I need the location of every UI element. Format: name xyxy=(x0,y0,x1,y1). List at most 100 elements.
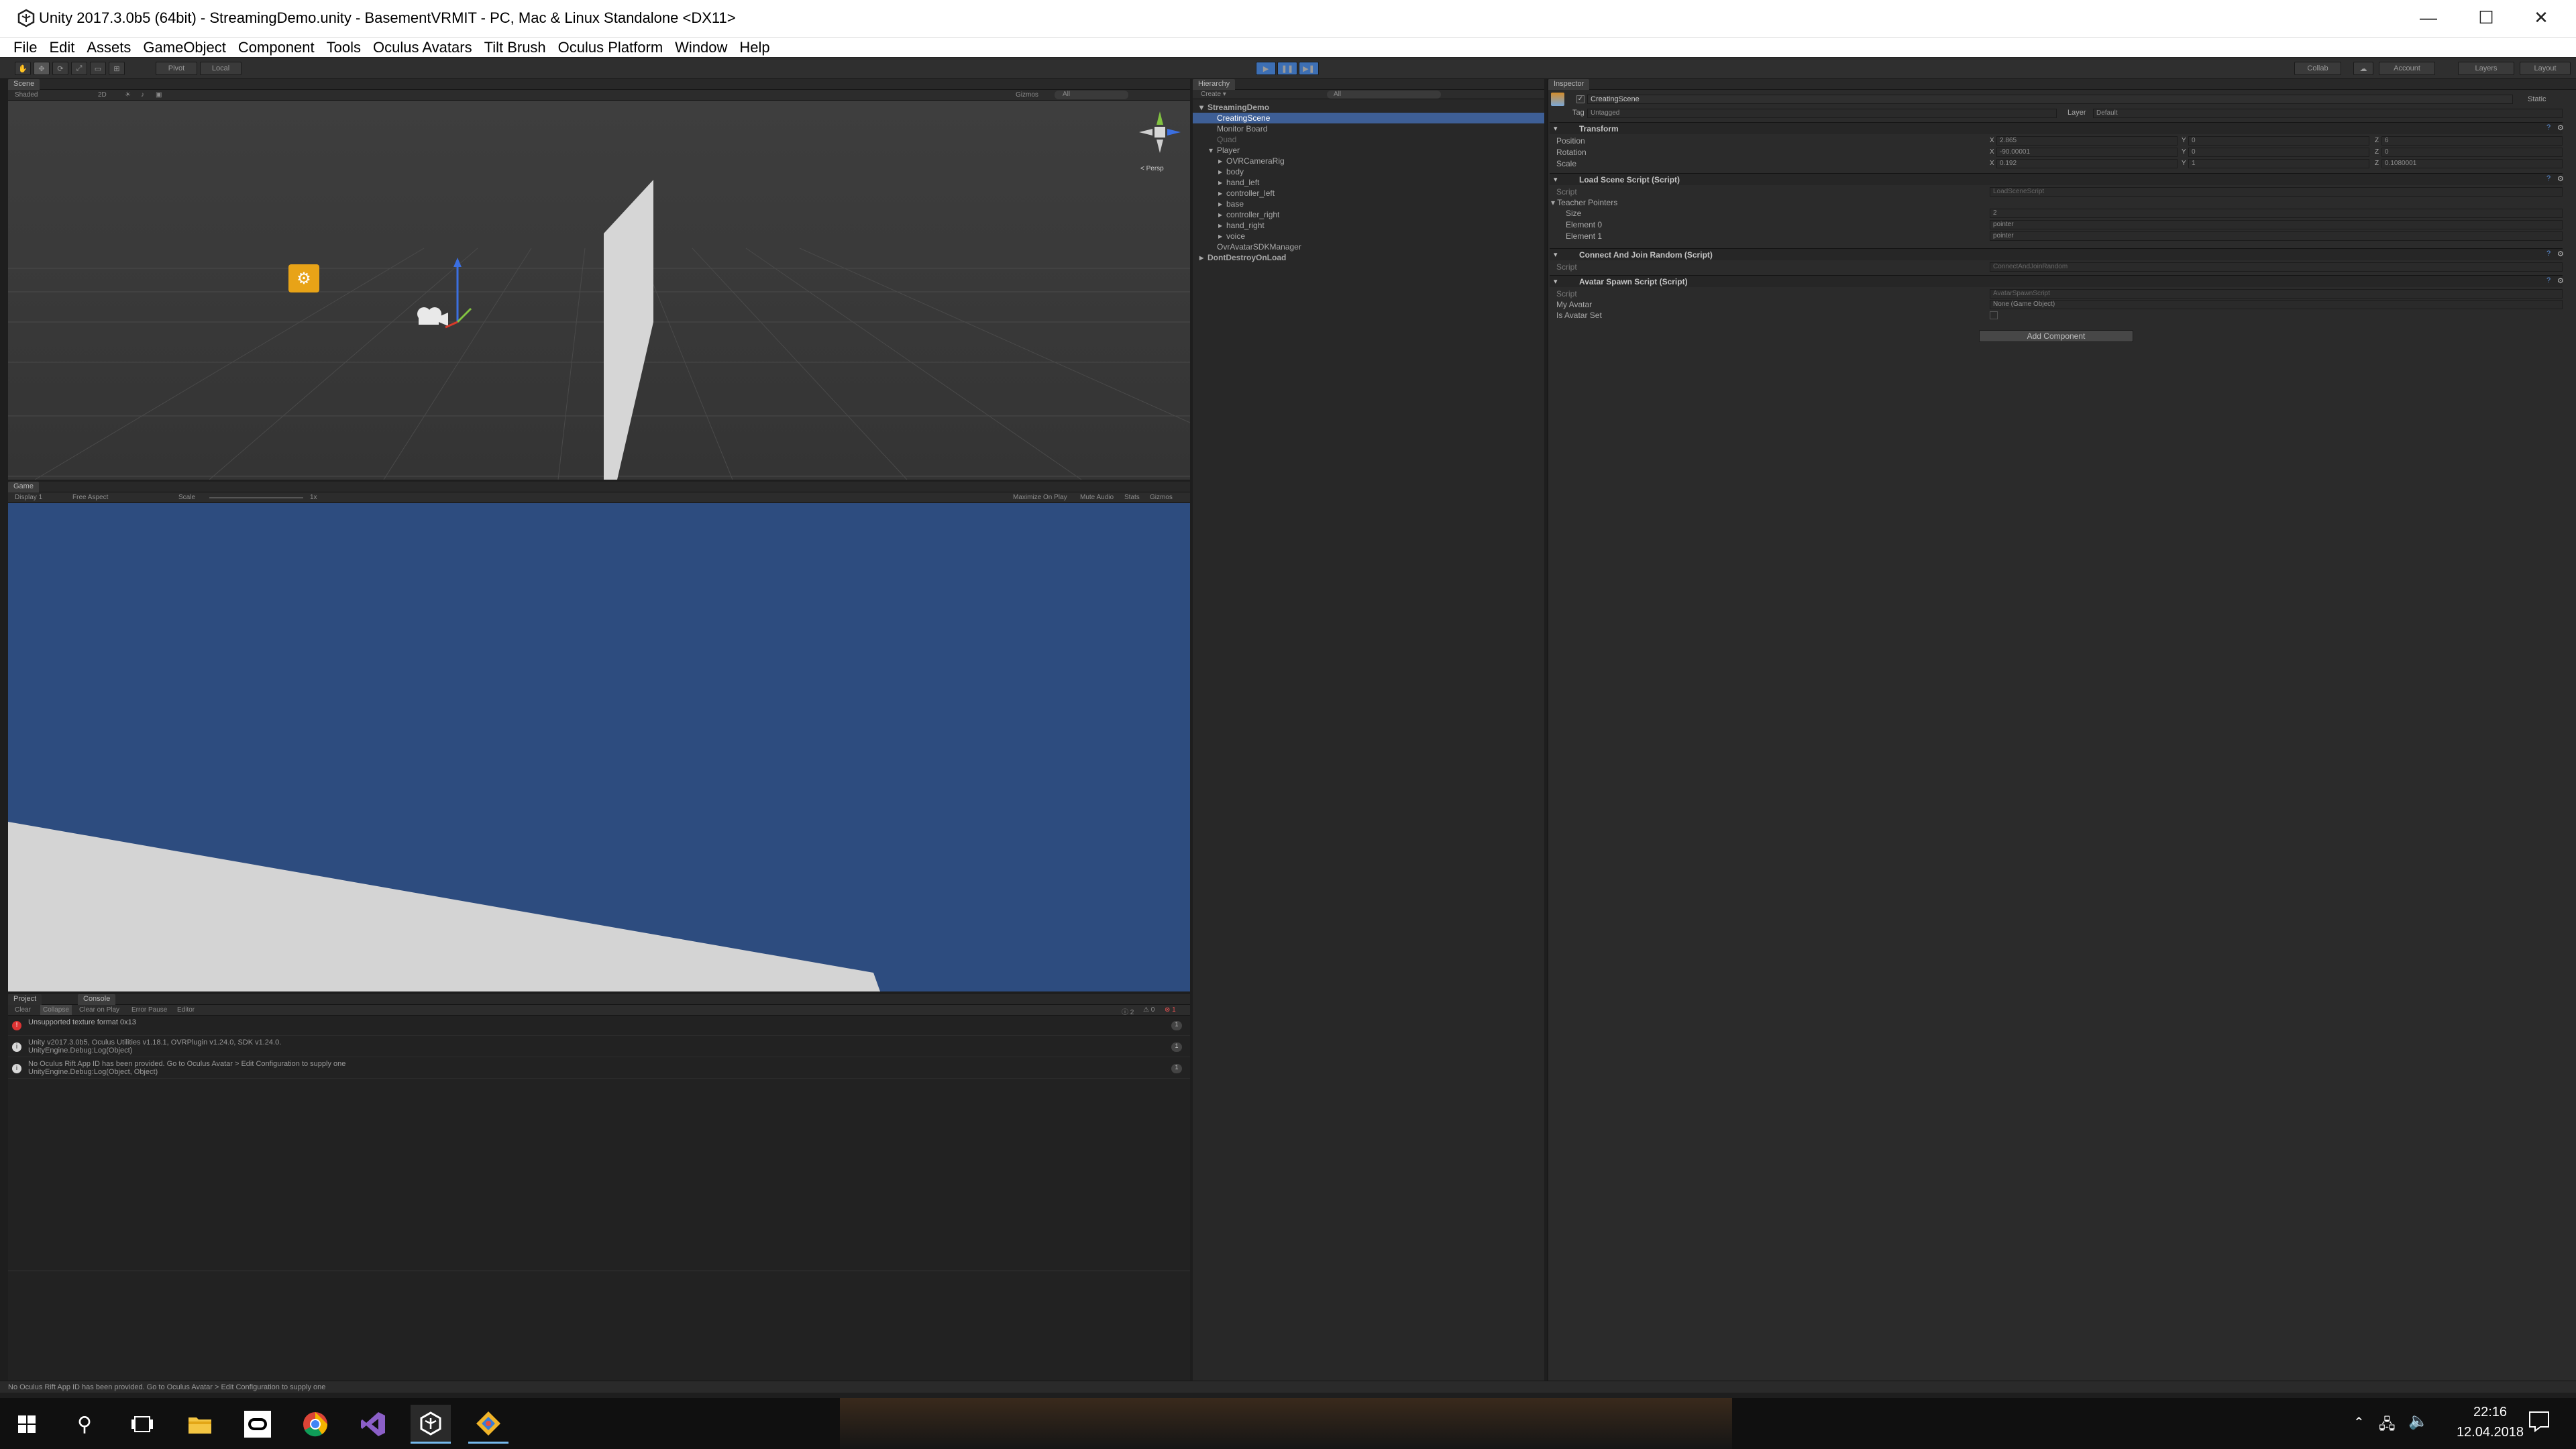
active-checkbox[interactable]: ✓ xyxy=(1576,95,1585,103)
rotation-x-input[interactable]: -90.00001 xyxy=(1996,148,2178,157)
rotation-y-input[interactable]: 0 xyxy=(2188,148,2369,157)
effects-toggle-icon[interactable]: ▣ xyxy=(156,91,162,99)
console-entry[interactable]: ! Unsupported texture format 0x13 1 xyxy=(8,1016,1190,1036)
oculus-app-icon[interactable] xyxy=(237,1405,278,1444)
file-explorer-icon[interactable] xyxy=(180,1405,220,1444)
pause-button[interactable]: ❚❚ xyxy=(1277,62,1297,75)
help-icon[interactable]: ? xyxy=(2546,250,2551,258)
transform-tool-icon[interactable]: ⊞ xyxy=(109,62,125,75)
menu-oculus-platform[interactable]: Oculus Platform xyxy=(558,39,663,56)
tab-console[interactable]: Console xyxy=(78,994,116,1005)
pivot-toggle[interactable]: Pivot xyxy=(156,62,197,75)
position-y-input[interactable]: 0 xyxy=(2188,136,2369,146)
expand-arrow-icon[interactable]: ▸ xyxy=(1218,231,1226,241)
avatar-spawn-expand-icon[interactable]: ▾ xyxy=(1554,277,1558,286)
expand-arrow-icon[interactable]: ▸ xyxy=(1199,252,1208,263)
maximize-button[interactable]: ☐ xyxy=(2459,0,2513,35)
move-tool-icon[interactable]: ✥ xyxy=(34,62,50,75)
scene-view[interactable]: ⚙ < Persp xyxy=(8,101,1190,480)
hand-tool-icon[interactable]: ✋ xyxy=(15,62,31,75)
status-message[interactable]: No Oculus Rift App ID has been provided.… xyxy=(8,1383,325,1391)
add-component-button[interactable]: Add Component xyxy=(1979,330,2133,342)
clock-time[interactable]: 22:16 xyxy=(2450,1405,2530,1420)
expand-arrow-icon[interactable]: ▸ xyxy=(1218,209,1226,220)
warning-count-icon[interactable]: ⚠ 0 xyxy=(1143,1006,1155,1014)
layers-dropdown[interactable]: Layers xyxy=(2458,62,2514,75)
component-settings-icon[interactable]: ⚙ xyxy=(2557,174,2564,183)
position-x-input[interactable]: 2.865 xyxy=(1996,136,2178,146)
scene-search-input[interactable]: All xyxy=(1055,91,1128,99)
scale-x-input[interactable]: 0.192 xyxy=(1996,159,2178,168)
console-entry[interactable]: i Unity v2017.3.0b5, Oculus Utilities v1… xyxy=(8,1037,1190,1057)
hierarchy-item[interactable]: ▸ OVRCameraRig xyxy=(1193,156,1544,166)
menu-component[interactable]: Component xyxy=(238,39,315,56)
error-pause-toggle[interactable]: Error Pause xyxy=(131,1006,167,1014)
2d-toggle[interactable]: 2D xyxy=(98,91,107,99)
menu-window[interactable]: Window xyxy=(675,39,727,56)
game-view[interactable] xyxy=(8,503,1190,991)
network-icon[interactable]: 🖧 xyxy=(2379,1413,2396,1438)
load-scene-expand-icon[interactable]: ▾ xyxy=(1554,175,1558,184)
expand-arrow-icon[interactable]: ▸ xyxy=(1218,188,1226,199)
canvas-gizmo-icon[interactable]: ⚙ xyxy=(288,264,319,292)
hierarchy-item[interactable]: ▸ controller_left xyxy=(1193,188,1544,199)
hierarchy-item[interactable]: ▸ hand_left xyxy=(1193,177,1544,188)
help-icon[interactable]: ? xyxy=(2546,276,2551,284)
hierarchy-item[interactable]: Quad xyxy=(1193,134,1544,145)
local-toggle[interactable]: Local xyxy=(200,62,241,75)
tab-hierarchy[interactable]: Hierarchy xyxy=(1193,79,1236,90)
object-name-input[interactable]: CreatingScene xyxy=(1587,95,2513,104)
is-avatar-set-checkbox[interactable] xyxy=(1990,311,1998,319)
menu-tilt-brush[interactable]: Tilt Brush xyxy=(484,39,546,56)
scene-gizmos-dropdown[interactable]: Gizmos xyxy=(1016,91,1038,99)
chrome-icon[interactable] xyxy=(295,1405,335,1444)
search-icon[interactable]: ⚲ xyxy=(64,1405,105,1444)
layer-dropdown[interactable]: Default xyxy=(2093,109,2563,118)
account-dropdown[interactable]: Account xyxy=(2379,62,2435,75)
expand-arrow-icon[interactable]: ▸ xyxy=(1218,156,1226,166)
component-settings-icon[interactable]: ⚙ xyxy=(2557,123,2564,132)
menu-oculus-avatars[interactable]: Oculus Avatars xyxy=(373,39,472,56)
monitor-board-quad[interactable] xyxy=(604,180,653,480)
expand-arrow-icon[interactable]: ▸ xyxy=(1218,166,1226,177)
transform-expand-icon[interactable]: ▾ xyxy=(1554,124,1558,133)
unity-taskbar-icon[interactable] xyxy=(411,1405,451,1444)
hierarchy-item[interactable]: CreatingScene xyxy=(1193,113,1544,123)
avatar-spawn-script-header[interactable]: Avatar Spawn Script (Script) xyxy=(1550,275,2563,287)
connect-join-random-header[interactable]: Connect And Join Random (Script) xyxy=(1550,248,2563,260)
rotation-z-input[interactable]: 0 xyxy=(2381,148,2563,157)
menu-file[interactable]: File xyxy=(13,39,37,56)
collab-dropdown[interactable]: Collab xyxy=(2294,62,2341,75)
close-button[interactable]: ✕ xyxy=(2514,0,2568,35)
cloud-icon[interactable]: ☁ xyxy=(2353,62,2373,75)
info-count-icon[interactable]: ⓘ 2 xyxy=(1122,1006,1134,1016)
action-center-icon[interactable] xyxy=(2528,1410,2555,1437)
hierarchy-item[interactable]: ▸ body xyxy=(1193,166,1544,177)
persp-label[interactable]: < Persp xyxy=(1140,165,1164,172)
step-button[interactable]: ▶❚ xyxy=(1299,62,1319,75)
tag-dropdown[interactable]: Untagged xyxy=(1587,109,2057,118)
clear-button[interactable]: Clear xyxy=(15,1006,31,1014)
visual-studio-icon[interactable] xyxy=(353,1405,393,1444)
rect-tool-icon[interactable]: ▭ xyxy=(90,62,106,75)
hierarchy-item[interactable]: ▸ DontDestroyOnLoad xyxy=(1193,252,1544,263)
hierarchy-search-input[interactable]: All xyxy=(1327,91,1441,99)
hierarchy-item[interactable]: ▸ hand_right xyxy=(1193,220,1544,231)
hierarchy-item[interactable]: Monitor Board xyxy=(1193,123,1544,134)
element-1-field[interactable]: pointer xyxy=(1990,231,2563,241)
audio-toggle-icon[interactable]: ♪ xyxy=(141,91,144,99)
scale-z-input[interactable]: 0.1080001 xyxy=(2381,159,2563,168)
component-settings-icon[interactable]: ⚙ xyxy=(2557,250,2564,258)
tab-game[interactable]: Game xyxy=(8,482,39,492)
mute-audio-toggle[interactable]: Mute Audio xyxy=(1080,494,1114,501)
game-gizmos-dropdown[interactable]: Gizmos xyxy=(1150,494,1173,501)
expand-arrow-icon[interactable]: ▾ xyxy=(1199,102,1208,113)
display-dropdown[interactable]: Display 1 xyxy=(15,494,42,501)
stats-toggle[interactable]: Stats xyxy=(1124,494,1140,501)
orientation-gizmo-icon[interactable] xyxy=(1136,109,1183,156)
scale-slider[interactable] xyxy=(209,497,303,498)
size-input[interactable]: 2 xyxy=(1990,209,2563,218)
expand-arrow-icon[interactable]: ▾ xyxy=(1209,145,1217,156)
help-icon[interactable]: ? xyxy=(2546,123,2551,131)
rotate-tool-icon[interactable]: ⟳ xyxy=(52,62,68,75)
